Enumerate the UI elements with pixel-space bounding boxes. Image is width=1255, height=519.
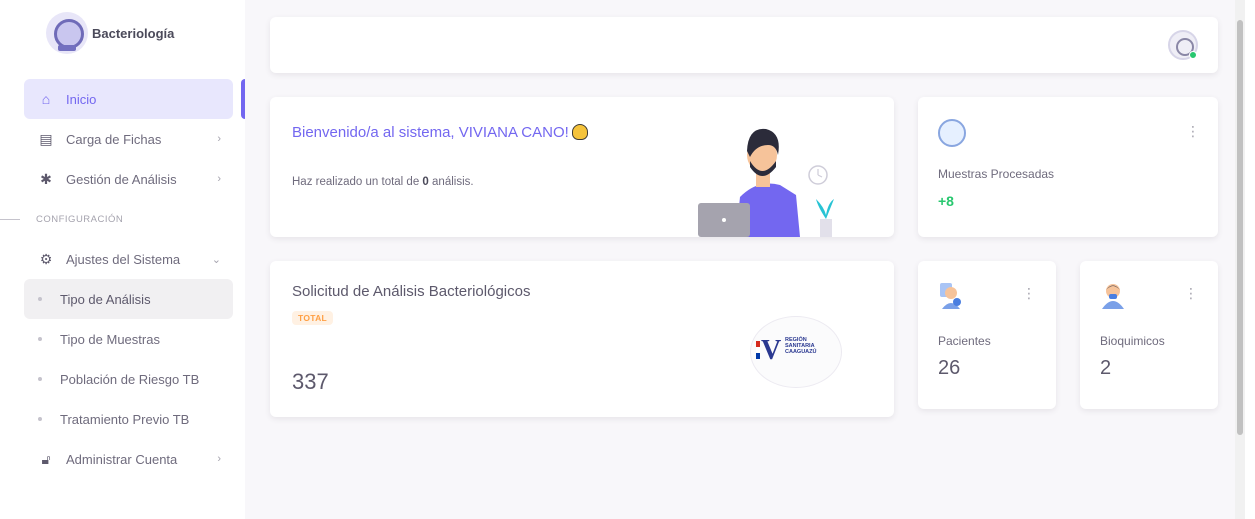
- muestras-trend: +8: [938, 193, 954, 209]
- flag-icon: [756, 341, 760, 359]
- solicitud-analisis-card: Solicitud de Análisis Bacteriológicos TO…: [270, 261, 894, 417]
- muestras-label: Muestras Procesadas: [938, 167, 1055, 181]
- user-avatar[interactable]: [1168, 30, 1198, 60]
- brand[interactable]: Bacteriología: [46, 12, 174, 54]
- sidebar-subitem-poblacion-riesgo[interactable]: Población de Riesgo TB: [24, 359, 233, 399]
- sidebar-item-label: Carga de Fichas: [66, 131, 162, 147]
- pacientes-label: Pacientes: [938, 334, 991, 348]
- more-options-icon[interactable]: ⋮: [1022, 285, 1036, 302]
- scrollbar-thumb[interactable]: [1237, 20, 1243, 435]
- welcome-title: Bienvenido/a al sistema, VIVIANA CANO!: [292, 124, 592, 141]
- patient-icon: [940, 283, 961, 309]
- waving-hand-icon: [571, 124, 588, 140]
- top-navbar: [270, 17, 1218, 73]
- bioquimicos-value: 2: [1100, 357, 1112, 379]
- more-options-icon[interactable]: ⋮: [1186, 123, 1200, 140]
- sidebar-item-ajustes-sistema[interactable]: ⚙ Ajustes del Sistema ⌄: [24, 239, 233, 279]
- region-logo-text: REGIÓN SANITARIA CAAGUAZÚ: [785, 337, 817, 355]
- sidebar-subitem-tipo-muestras[interactable]: Tipo de Muestras: [24, 319, 233, 359]
- sidebar-item-inicio[interactable]: ⌂ Inicio: [24, 79, 245, 119]
- solicitud-value: 337: [292, 369, 329, 394]
- gear-icon: ✱: [40, 170, 52, 187]
- more-options-icon[interactable]: ⋮: [1184, 285, 1198, 302]
- chevron-right-icon: ›: [217, 133, 221, 145]
- pacientes-card: ⋮ Pacientes 26: [918, 261, 1056, 409]
- muestras-procesadas-card: ⋮ Muestras Procesadas +8: [918, 97, 1218, 237]
- welcome-subtitle: Haz realizado un total de 0 análisis.: [292, 176, 474, 188]
- sidebar-item-label: Administrar Cuenta: [66, 451, 178, 467]
- bioquimicos-label: Bioquimicos: [1100, 334, 1165, 348]
- lock-icon: 🔓︎: [41, 450, 51, 467]
- microscope-logo-icon: [46, 12, 88, 54]
- main-content: Bienvenido/a al sistema, VIVIANA CANO! H…: [245, 0, 1245, 519]
- man-with-laptop-illustration: [698, 128, 834, 237]
- biochemist-icon: [1102, 284, 1124, 309]
- online-status-dot: [1189, 51, 1197, 59]
- sidebar-item-label: Inicio: [66, 91, 97, 107]
- sidebar-item-carga-fichas[interactable]: ▤ Carga de Fichas ›: [24, 119, 233, 159]
- chevron-down-icon: ⌄: [211, 253, 221, 266]
- sidebar-item-label: Gestión de Análisis: [66, 171, 177, 187]
- settings-icon: ⚙: [39, 250, 53, 267]
- welcome-card: Bienvenido/a al sistema, VIVIANA CANO! H…: [270, 97, 894, 237]
- samples-icon: [938, 119, 966, 147]
- sidebar-subitem-tipo-analisis[interactable]: Tipo de Análisis: [24, 279, 233, 319]
- sidebar: Bacteriología ⌂ Inicio ▤ Carga de Fichas…: [0, 0, 245, 519]
- chevron-right-icon: ›: [217, 453, 221, 465]
- region-v-mark: V: [761, 335, 782, 366]
- sidebar-subitem-tratamiento-previo[interactable]: Tratamiento Previo TB: [24, 399, 233, 439]
- sidebar-item-label: Ajustes del Sistema: [66, 251, 181, 267]
- brand-name: Bacteriología: [92, 25, 175, 41]
- pacientes-value: 26: [938, 357, 961, 379]
- sidebar-nav: ⌂ Inicio ▤ Carga de Fichas › ✱ Gestión d…: [0, 79, 245, 479]
- chevron-right-icon: ›: [217, 173, 221, 185]
- total-badge: TOTAL: [292, 311, 334, 325]
- section-header-configuracion: CONFIGURACIÓN: [0, 199, 245, 239]
- scrollbar[interactable]: [1235, 0, 1245, 519]
- bioquimicos-card: ⋮ Bioquimicos 2: [1080, 261, 1218, 409]
- sidebar-item-gestion-analisis[interactable]: ✱ Gestión de Análisis ›: [24, 159, 233, 199]
- home-icon: ⌂: [41, 91, 51, 107]
- region-sanitaria-logo: V REGIÓN SANITARIA CAAGUAZÚ: [750, 316, 842, 388]
- solicitud-title: Solicitud de Análisis Bacteriológicos: [292, 283, 531, 300]
- sidebar-item-administrar-cuenta[interactable]: 🔓︎ Administrar Cuenta ›: [24, 439, 233, 479]
- file-icon: ▤: [39, 130, 53, 147]
